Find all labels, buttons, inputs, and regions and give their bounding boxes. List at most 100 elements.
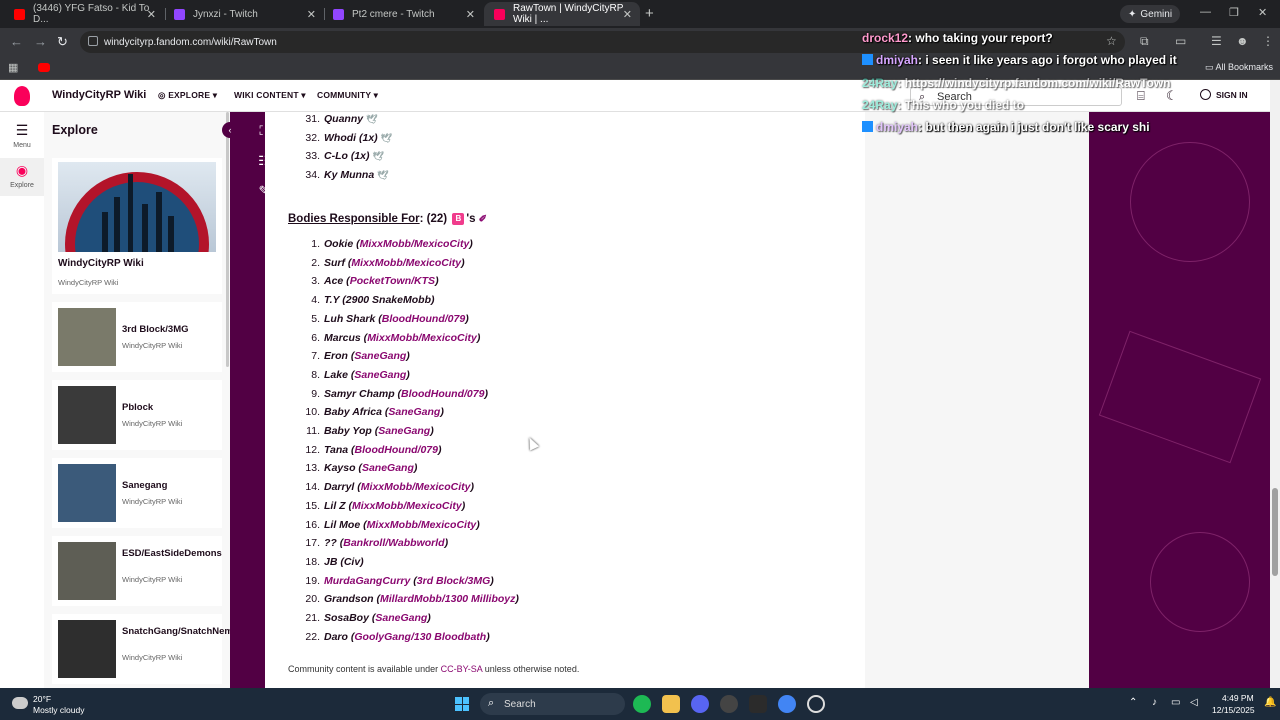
chat-message: 24Ray: https://windycityrp.fandom.com/wi…: [862, 76, 1171, 90]
scrollbar-thumb[interactable]: [1272, 488, 1278, 576]
windows-taskbar: 20°F Mostly cloudy ⌕ Search ⌃ ♪ ▭ ◁ 4:49…: [0, 688, 1280, 720]
cloud-icon[interactable]: [12, 697, 28, 709]
maximize-icon[interactable]: ❐: [1229, 6, 1239, 19]
link-edit-icon[interactable]: ✐: [479, 214, 487, 225]
site-info-icon[interactable]: [88, 36, 98, 46]
list-item: 9. Samyr Champ (BloodHound/079): [311, 387, 488, 400]
tray-overflow-icon[interactable]: ⌃: [1129, 697, 1137, 708]
collapse-panel-button[interactable]: ‹: [222, 122, 238, 138]
steam-icon[interactable]: [720, 695, 738, 713]
tab-rawtown-wiki[interactable]: RawTown | WindyCityRP Wiki | ... ✕: [484, 2, 640, 26]
card-thumbnail: [58, 386, 116, 444]
chat-badge-icon: [862, 121, 873, 132]
profile-icon[interactable]: ☻: [1236, 34, 1249, 48]
explore-card-esd[interactable]: ESD/EastSideDemons WindyCityRP Wiki: [52, 536, 222, 606]
group-link[interactable]: BloodHound/079: [401, 388, 484, 400]
taskbar-search[interactable]: ⌕ Search: [480, 693, 625, 715]
explore-card-snatchgang[interactable]: SnatchGang/SnatchNem WindyCityRP Wiki: [52, 614, 230, 684]
group-link[interactable]: MixxMobb/MexicoCity: [367, 332, 477, 344]
chat-message: dmiyah: but then again i just don't like…: [862, 120, 1150, 134]
group-link[interactable]: SaneGang: [378, 425, 430, 437]
fandom-logo-icon[interactable]: [14, 86, 30, 106]
featured-wiki-card[interactable]: WindyCityRP Wiki WindyCityRP Wiki: [52, 158, 222, 294]
group-link[interactable]: SaneGang: [362, 462, 414, 474]
network-icon[interactable]: ▭: [1171, 697, 1180, 708]
group-link[interactable]: SaneGang: [354, 350, 406, 362]
group-link[interactable]: 3rd Block/3MG: [417, 575, 491, 587]
group-link[interactable]: MillardMobb/1300 Milliboyz: [380, 593, 515, 605]
twitch-icon: [174, 8, 185, 20]
list-item: 5. Luh Shark (BloodHound/079): [311, 312, 469, 325]
menu-button[interactable]: ☰ Menu: [0, 122, 44, 158]
list-item: 3. Ace (PocketTown/KTS): [311, 275, 439, 288]
new-tab-button[interactable]: +: [645, 5, 654, 22]
group-link[interactable]: BloodHound/079: [355, 444, 438, 456]
explore-card-pblock[interactable]: Pblock WindyCityRP Wiki: [52, 380, 222, 450]
explore-card-3rd-block[interactable]: 3rd Block/3MG WindyCityRP Wiki: [52, 302, 222, 372]
group-link[interactable]: GoolyGang/130 Bloodbath: [354, 631, 486, 643]
clock-time[interactable]: 4:49 PM: [1222, 693, 1254, 703]
list-item: 34. Ky Munna 🕊: [305, 169, 389, 181]
group-link[interactable]: PocketTown/KTS: [350, 275, 435, 287]
explore-button[interactable]: ◉ Explore: [0, 158, 44, 196]
gemini-button[interactable]: ✦ Gemini: [1120, 5, 1181, 23]
nav-community[interactable]: COMMUNITY ▾: [317, 90, 378, 101]
tab-twitch-pt2[interactable]: Pt2 cmere - Twitch ✕: [323, 2, 483, 26]
discord-icon[interactable]: [691, 695, 709, 713]
close-tab-icon[interactable]: ✕: [466, 8, 475, 21]
spotify-icon[interactable]: [633, 695, 651, 713]
all-bookmarks-link[interactable]: ▭ All Bookmarks: [1205, 62, 1273, 73]
sign-in-button[interactable]: SIGN IN: [1200, 89, 1248, 100]
gemini-icon: ✦: [1128, 8, 1137, 20]
back-icon[interactable]: ←: [10, 34, 23, 49]
hamburger-icon: ☰: [15, 122, 29, 138]
group-link[interactable]: SaneGang: [388, 406, 440, 418]
file-explorer-icon[interactable]: [662, 695, 680, 713]
menu-kebab-icon[interactable]: ⋮: [1262, 34, 1274, 48]
windows-start-icon[interactable]: [455, 697, 469, 711]
search-icon: ⌕: [488, 697, 495, 709]
license-link[interactable]: CC-BY-SA: [441, 664, 483, 674]
group-link[interactable]: MixxMobb/MexicoCity: [360, 238, 470, 250]
group-link[interactable]: MixxMobb/MexicoCity: [361, 481, 471, 493]
list-item: 11. Baby Yop (SaneGang): [306, 425, 434, 437]
nav-wiki-content[interactable]: WIKI CONTENT ▾: [234, 90, 306, 101]
card-thumbnail: [58, 308, 116, 366]
youtube-bookmark-icon[interactable]: [38, 63, 50, 72]
close-tab-icon[interactable]: ✕: [147, 8, 156, 21]
close-tab-icon[interactable]: ✕: [623, 8, 632, 21]
tab-twitch-jynxzi[interactable]: Jynxzi - Twitch ✕: [164, 2, 324, 26]
minimize-icon[interactable]: —: [1200, 6, 1211, 18]
license-note: Community content is available under CC-…: [288, 664, 580, 674]
nav-explore[interactable]: ◎ EXPLORE ▾: [158, 90, 217, 101]
group-link[interactable]: MixxMobb/MexicoCity: [367, 519, 477, 531]
apps-grid-icon[interactable]: ▦: [8, 61, 18, 74]
explore-card-sanegang[interactable]: Sanegang WindyCityRP Wiki: [52, 458, 222, 528]
page-scrollbar[interactable]: [1270, 80, 1280, 688]
group-link[interactable]: BloodHound/079: [382, 313, 465, 325]
chrome-icon[interactable]: [778, 695, 796, 713]
tab-search-icon[interactable]: ☰: [1211, 34, 1222, 48]
chat-message: dmiyah: i seen it like years ago i forgo…: [862, 53, 1177, 67]
reload-icon[interactable]: ↻: [57, 34, 68, 50]
group-link[interactable]: Bankroll/Wabbworld: [343, 537, 444, 549]
microphone-icon[interactable]: ♪: [1152, 697, 1157, 708]
list-item: 15. Lil Z (MixxMobb/MexicoCity): [305, 499, 466, 512]
group-link[interactable]: MixxMobb/MexicoCity: [352, 500, 462, 512]
list-item: 4. T.Y (2900 SnakeMobb): [311, 294, 435, 307]
close-tab-icon[interactable]: ✕: [307, 8, 316, 21]
wiki-title[interactable]: WindyCityRP Wiki: [52, 89, 146, 101]
clock-date[interactable]: 12/15/2025: [1212, 705, 1255, 715]
tab-youtube[interactable]: (3446) YFG Fatso - Kid To D... ✕: [4, 2, 164, 26]
explore-scrollbar[interactable]: [226, 112, 229, 367]
group-link[interactable]: SaneGang: [354, 369, 406, 381]
group-link[interactable]: MixxMobb/MexicoCity: [351, 257, 461, 269]
volume-icon[interactable]: ◁: [1190, 697, 1198, 708]
close-window-icon[interactable]: ✕: [1258, 6, 1267, 19]
notification-icon[interactable]: 🔔: [1264, 697, 1276, 708]
article-content: 31. Quanny 🕊 32. Whodi (1x) 🕊 33. C-Lo (1x) 🕊 …: [265, 112, 865, 688]
epic-games-icon[interactable]: [749, 695, 767, 713]
group-link[interactable]: SaneGang: [375, 612, 427, 624]
app-icon[interactable]: [807, 695, 825, 713]
forward-icon[interactable]: →: [34, 34, 47, 49]
